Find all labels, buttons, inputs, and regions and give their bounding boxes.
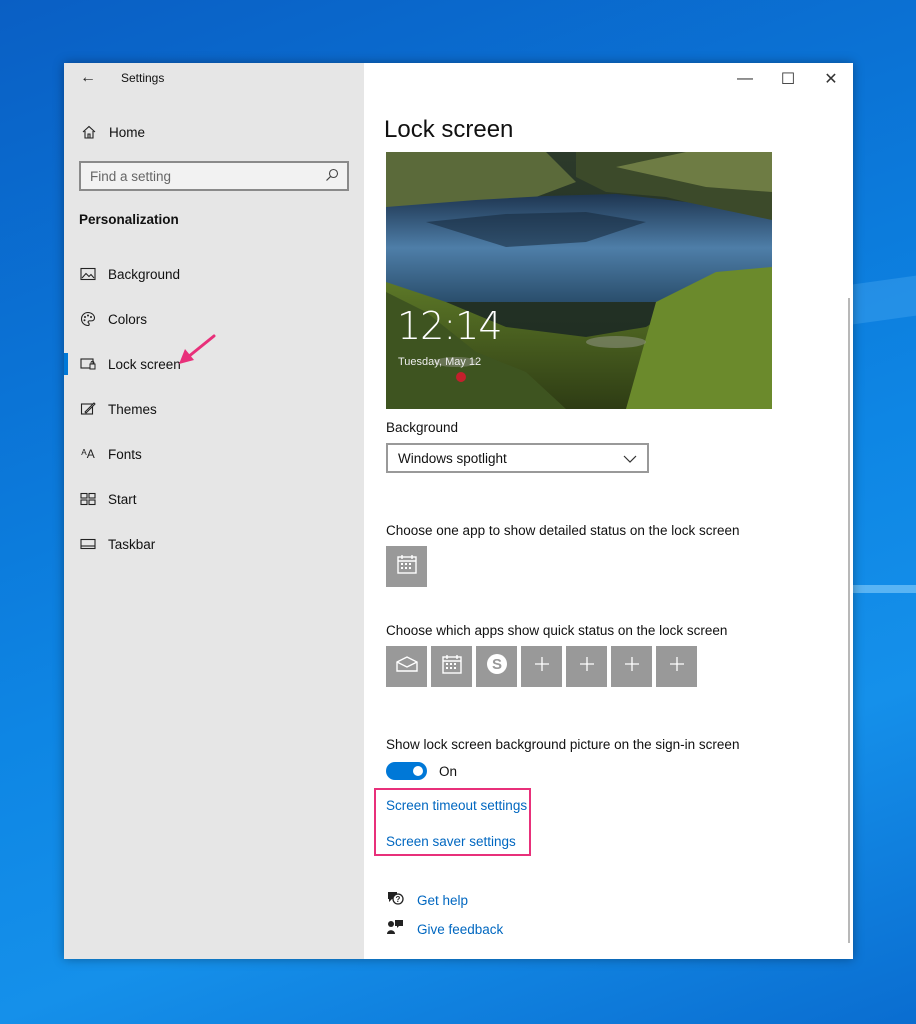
palette-icon [79,311,97,327]
sidebar-item-label: Start [108,491,137,507]
signin-background-label: Show lock screen background picture on t… [386,737,740,752]
sidebar-item-label: Lock screen [108,356,181,372]
search-icon[interactable] [325,168,339,187]
scrollbar[interactable] [848,298,850,943]
toggle-knob [413,766,423,776]
chevron-down-icon [623,452,637,467]
add-icon [668,655,686,678]
desktop-light-ray [853,275,916,325]
search-input[interactable] [90,168,315,184]
sidebar-item-home[interactable]: Home [80,121,145,143]
background-dropdown[interactable]: Windows spotlight [386,443,649,473]
close-button[interactable]: ✕ [816,69,846,89]
mail-icon [395,655,419,678]
sidebar-item-background[interactable]: Background [64,254,364,294]
get-help-link[interactable]: Get help [417,893,468,908]
add-icon [623,655,641,678]
sidebar-item-label: Colors [108,311,148,327]
picture-icon [79,267,97,281]
main-content: — ☐ ✕ Lock screen 12:14 Tuesday, May 12 … [364,63,853,959]
skype-icon: S [485,652,509,681]
home-icon [80,124,98,140]
sidebar-item-themes[interactable]: Themes [64,389,364,429]
landscape-preview-image [386,152,772,409]
svg-text:S: S [491,656,501,673]
sidebar-item-label: Fonts [108,446,142,462]
quick-status-add-button[interactable] [611,646,652,687]
calendar-icon [396,553,418,580]
quick-status-skype-button[interactable]: S [476,646,517,687]
add-icon [533,655,551,678]
lock-screen-preview: 12:14 Tuesday, May 12 [386,152,772,409]
annotation-arrow-icon [179,334,216,364]
minimize-button[interactable]: — [730,69,760,89]
quick-status-add-button[interactable] [566,646,607,687]
preview-time: 12:14 [397,304,503,348]
background-dropdown-value: Windows spotlight [398,450,507,466]
help-chat-icon: ? [386,890,404,911]
sidebar-item-label: Background [108,266,181,282]
sidebar-item-start[interactable]: Start [64,479,364,519]
sidebar-item-fonts[interactable]: ᴬA Fonts [64,434,364,474]
add-icon [578,655,596,678]
sidebar-item-label: Themes [108,401,157,417]
get-help-row[interactable]: ? Get help [386,890,468,911]
calendar-icon [441,653,463,680]
settings-window: ← Settings Home Personalization Backgrou… [64,63,853,959]
back-arrow-icon[interactable]: ← [80,69,96,87]
feedback-icon [386,919,404,940]
background-label: Background [386,420,459,435]
screen-timeout-settings-link[interactable]: Screen timeout settings [386,798,527,813]
desktop-light-ray [853,585,916,593]
give-feedback-link[interactable]: Give feedback [417,922,503,937]
search-box[interactable] [79,161,349,191]
screen-saver-settings-link[interactable]: Screen saver settings [386,834,516,849]
page-title: Lock screen [384,116,514,143]
detailed-status-app-button[interactable] [386,546,427,587]
quick-status-calendar-button[interactable] [431,646,472,687]
detailed-status-label: Choose one app to show detailed status o… [386,523,740,538]
themes-icon [79,401,97,417]
quick-status-add-button[interactable] [521,646,562,687]
taskbar-icon [79,538,97,550]
give-feedback-row[interactable]: Give feedback [386,919,503,940]
sidebar: ← Settings Home Personalization Backgrou… [64,63,364,959]
quick-status-add-button[interactable] [656,646,697,687]
quick-status-label: Choose which apps show quick status on t… [386,623,728,638]
app-title: Settings [121,71,165,85]
sidebar-item-taskbar[interactable]: Taskbar [64,524,364,564]
maximize-button[interactable]: ☐ [773,69,803,89]
start-icon [79,492,97,506]
sidebar-item-label: Taskbar [108,536,156,552]
quick-status-mail-button[interactable] [386,646,427,687]
section-title: Personalization [79,212,179,227]
toggle-state-label: On [439,764,458,779]
signin-background-toggle[interactable] [386,762,427,780]
preview-date: Tuesday, May 12 [398,356,482,368]
lock-screen-icon [79,357,97,371]
fonts-icon: ᴬA [81,447,95,461]
svg-text:?: ? [396,895,401,904]
sidebar-item-label: Home [109,124,146,140]
